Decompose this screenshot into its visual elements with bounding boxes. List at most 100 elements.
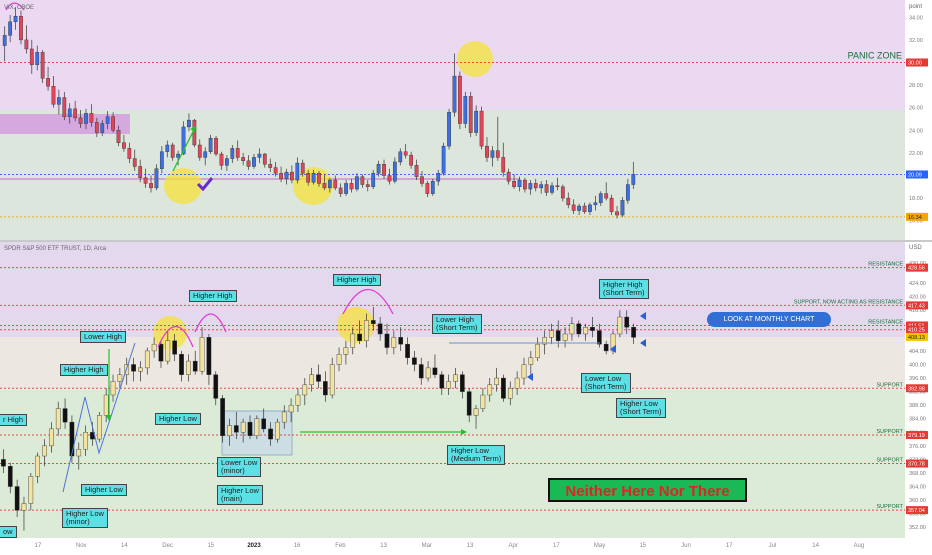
vix-candle-body — [322, 183, 327, 189]
vix-candle-body — [360, 176, 365, 185]
spy-candle-body — [391, 337, 397, 348]
time-tick-label: May — [594, 543, 605, 549]
spy-candle-body — [336, 354, 342, 365]
spy-candle-body — [302, 384, 308, 396]
vix-candle-body — [197, 144, 202, 158]
vix-candle-body — [571, 204, 576, 211]
time-tick-label: 14 — [121, 543, 128, 549]
vix-candle-body — [414, 165, 419, 177]
spy-candle-body — [158, 343, 164, 362]
neither-here-nor-there-banner: Neither Here Nor There — [548, 478, 747, 502]
spy-candle-body — [192, 360, 198, 372]
spy-candle-body — [521, 364, 527, 379]
vix-candle-body — [441, 145, 446, 174]
spy-candle-body — [323, 381, 328, 396]
vix-candle-body — [582, 205, 587, 212]
vix-candle-body — [187, 119, 191, 128]
vix-candle-body — [300, 162, 305, 174]
spy-y-tick-label: 352.00 — [909, 525, 926, 531]
vix-candle-body — [501, 157, 506, 173]
partial-callout-label: r High — [0, 414, 28, 426]
time-tick-label: 14 — [812, 543, 819, 549]
look-at-monthly-chart-button[interactable]: LOOK AT MONTHLY CHART — [707, 312, 831, 327]
spy-candle-body — [103, 394, 109, 416]
vix-candle-body — [528, 183, 533, 190]
spy-level-label: RESISTANCE — [868, 319, 903, 325]
spy-candle-body — [268, 428, 273, 440]
spy-y-tick-label: 360.00 — [909, 498, 926, 504]
vix-candle-body — [479, 110, 484, 147]
spy-candle-body — [206, 337, 212, 375]
spy-y-tick-label: 396.00 — [909, 376, 926, 382]
vix-y-tick-label: 26.00 — [909, 106, 923, 112]
vix-candle-body — [555, 185, 560, 187]
spy-price-tag-label: 357.04 — [908, 508, 925, 514]
spy-price-tag-label: 408.13 — [908, 335, 925, 341]
vix-y-tick-label: 34.00 — [909, 15, 923, 21]
chart-canvas[interactable]: PANIC ZONE RESISTANCE SUPPORT, NOW ACTING … — [0, 0, 932, 550]
vix-candle-body — [94, 122, 99, 133]
spy-candle-body — [69, 421, 75, 457]
spy-candle-body — [576, 323, 582, 335]
spy-candle-body — [412, 357, 417, 365]
spy-candle-body — [535, 343, 541, 358]
callout-label: Higher Low — [81, 484, 127, 496]
vix-candle-body — [398, 151, 403, 163]
vix-candle-body — [73, 108, 78, 119]
spy-candle-body — [590, 326, 595, 331]
vix-candle-body — [40, 52, 45, 79]
callout-label: Higher Low (Short Term) — [616, 398, 666, 418]
spy-candle-body — [281, 411, 287, 423]
spy-candle-body — [83, 432, 88, 450]
vix-candle-body — [143, 177, 148, 184]
spy-candle-body — [309, 374, 314, 386]
spy-candle-body — [55, 408, 61, 430]
spy-price-tag-label: 392.98 — [908, 386, 925, 392]
vix-candle-body — [376, 163, 381, 174]
time-tick-label: 17 — [553, 543, 560, 549]
spy-y-tick-label: 420.00 — [909, 295, 926, 301]
vix-candle-body — [311, 173, 316, 183]
vix-candle-body — [127, 148, 132, 159]
time-tick-label: Jun — [681, 543, 691, 549]
spy-y-tick-label: 388.00 — [909, 403, 926, 409]
vix-candle-body — [51, 86, 56, 105]
spy-unit-label: USD — [909, 245, 922, 251]
vix-candle-body — [57, 97, 61, 105]
spy-candle-body — [473, 408, 479, 416]
time-tick-label: Feb — [335, 543, 346, 549]
vix-candle-body — [550, 185, 554, 193]
vix-candle-body — [344, 183, 348, 194]
vix-candle-body — [593, 202, 598, 206]
time-tick-label: 17 — [726, 543, 733, 549]
time-tick-label: 2023 — [247, 543, 261, 549]
vix-highlight-circle-3 — [457, 41, 493, 77]
spy-level-label: SUPPORT, NOW ACTING AS RESISTANCE — [794, 299, 904, 305]
spy-candle-body — [1, 459, 6, 467]
spy-level-label: SUPPORT — [877, 458, 904, 464]
spy-candle-body — [603, 343, 609, 352]
vix-candle-body — [203, 151, 208, 158]
vix-candle-body — [89, 113, 94, 123]
spy-candle-body — [432, 367, 438, 375]
vix-candle-body — [420, 176, 424, 184]
callout-label: Higher High — [189, 290, 237, 302]
vix-candle-body — [577, 205, 581, 211]
vix-candle-body — [333, 179, 338, 189]
spy-candle-body — [494, 377, 499, 386]
vix-candle-body — [463, 96, 468, 124]
vix-candle-body — [458, 75, 462, 124]
vix-candle-body — [409, 154, 413, 166]
vix-candle-body — [100, 123, 105, 133]
spy-level-label: SUPPORT — [877, 504, 904, 510]
vix-candle-body — [317, 173, 321, 184]
vix-candle-body — [284, 171, 289, 180]
spy-candle-body — [165, 340, 171, 362]
spy-candle-body — [21, 503, 27, 511]
vix-highlight-circle-1 — [164, 168, 202, 204]
vix-candle-body — [560, 186, 565, 199]
spy-candle-body — [144, 350, 150, 369]
callout-label: Higher High — [60, 364, 108, 376]
spy-candle-body — [329, 364, 335, 396]
vix-candle-body — [246, 160, 251, 167]
